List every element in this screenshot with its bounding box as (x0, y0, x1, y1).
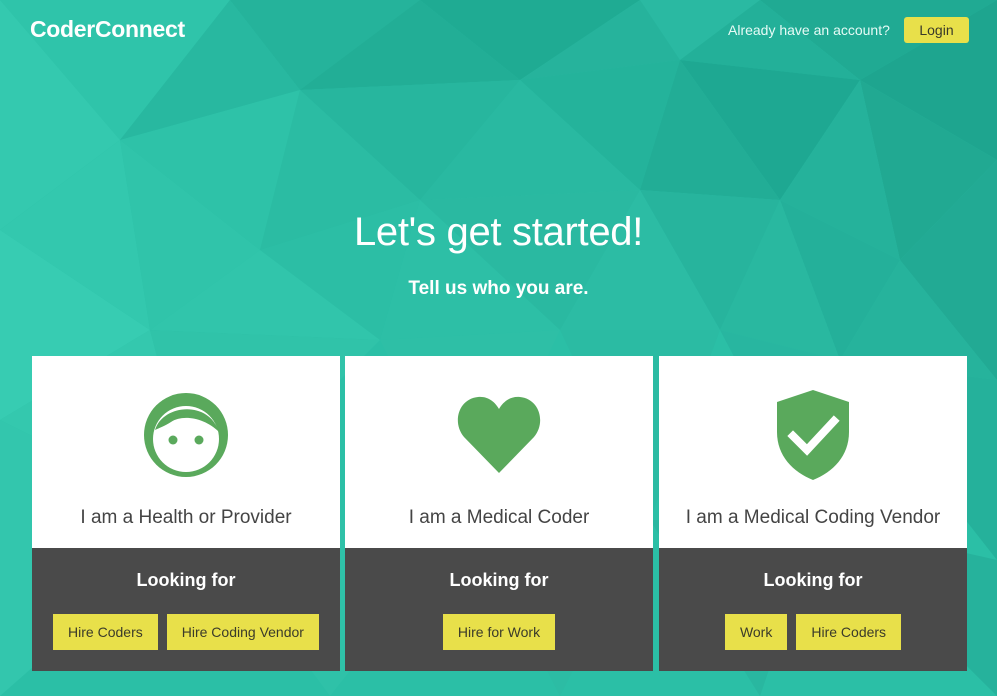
card-title: I am a Health or Provider (80, 507, 292, 528)
heart-icon (345, 386, 653, 484)
looking-for-label: Looking for (763, 570, 863, 590)
shield-check-icon (659, 386, 967, 484)
face-icon (32, 386, 340, 484)
work-button[interactable]: Work (724, 614, 788, 650)
role-card-vendor: I am a Medical Coding Vendor Looking for… (659, 356, 967, 671)
page-title: Let's get started! (353, 210, 644, 254)
card-title: I am a Medical Coder (408, 507, 590, 528)
button-row: Work Hire Coders (659, 614, 967, 650)
card-footer: Looking for Work Hire Coders (659, 548, 967, 671)
hire-for-work-button[interactable]: Hire for Work (442, 614, 556, 650)
login-button[interactable]: Login (904, 17, 969, 43)
looking-for-label: Looking for (449, 570, 549, 590)
top-bar: CoderConnect Already have an account? Lo… (0, 0, 997, 60)
account-prompt: Already have an account? (728, 22, 890, 38)
hire-coders-button[interactable]: Hire Coders (53, 614, 158, 650)
button-row: Hire for Work (345, 614, 653, 650)
role-card-provider: I am a Health or Provider Looking for Hi… (32, 356, 340, 671)
button-row: Hire Coders Hire Coding Vendor (32, 614, 340, 650)
hire-coding-vendor-button[interactable]: Hire Coding Vendor (166, 614, 319, 650)
card-footer: Looking for Hire for Work (345, 548, 653, 671)
looking-for-label: Looking for (136, 570, 236, 590)
page-subtitle: Tell us who you are. (408, 278, 589, 299)
role-card-coder: I am a Medical Coder Looking for Hire fo… (345, 356, 653, 671)
card-title: I am a Medical Coding Vendor (685, 507, 941, 528)
hire-coders-button[interactable]: Hire Coders (796, 614, 902, 650)
brand-logo[interactable]: CoderConnect (30, 16, 185, 43)
card-footer: Looking for Hire Coders Hire Coding Vend… (32, 548, 340, 671)
